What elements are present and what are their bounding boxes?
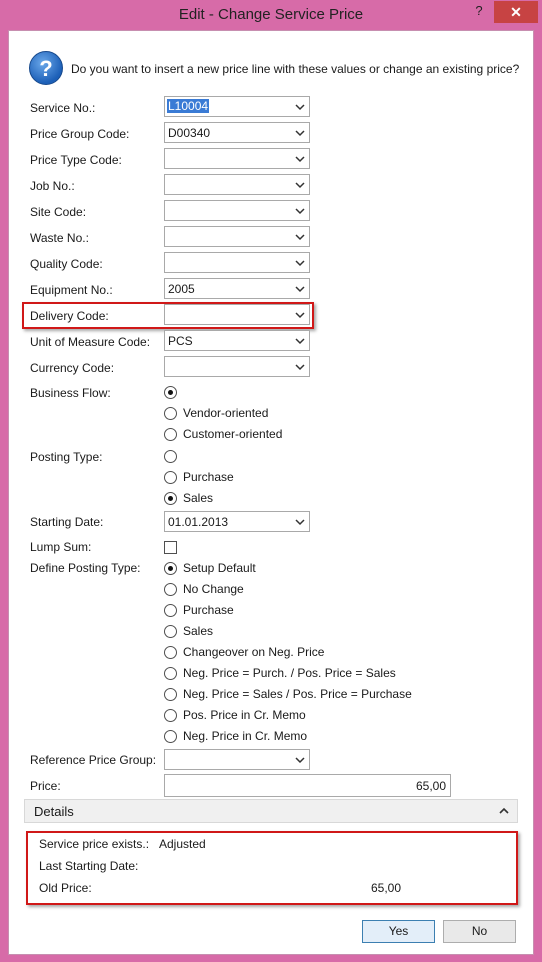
posting-type-label: Posting Type: (30, 450, 103, 464)
dialog-body: ? Do you want to insert a new price line… (8, 30, 534, 955)
price-group-code-field[interactable]: D00340 (164, 122, 310, 143)
define-posting-radio-2[interactable] (164, 604, 177, 617)
details-highlight (26, 831, 518, 905)
question-icon: ? (29, 51, 63, 85)
price-type-code-label: Price Type Code: (30, 153, 122, 167)
posting-type-radio-blank[interactable] (164, 450, 177, 463)
no-button[interactable]: No (443, 920, 516, 943)
waste-no-field[interactable] (164, 226, 310, 247)
details-title: Details (34, 804, 74, 819)
chevron-down-icon[interactable] (294, 283, 306, 295)
chevron-down-icon[interactable] (294, 754, 306, 766)
price-label: Price: (30, 779, 61, 793)
price-value: 65,00 (415, 779, 446, 793)
window-title: Edit - Change Service Price (178, 6, 364, 23)
starting-date-field[interactable]: 01.01.2013 (164, 511, 310, 532)
define-posting-radio-4[interactable] (164, 646, 177, 659)
close-button[interactable]: ✕ (494, 1, 538, 23)
service-no-field[interactable]: L10004 (164, 96, 310, 117)
price-type-code-field[interactable] (164, 148, 310, 169)
chevron-down-icon[interactable] (294, 516, 306, 528)
lump-sum-label: Lump Sum: (30, 540, 92, 554)
yes-button[interactable]: Yes (362, 920, 435, 943)
define-posting-option[interactable]: Setup Default (183, 561, 256, 575)
chevron-down-icon[interactable] (294, 205, 306, 217)
chevron-down-icon[interactable] (294, 179, 306, 191)
define-posting-option[interactable]: Neg. Price in Cr. Memo (183, 729, 307, 743)
help-button[interactable]: ? (470, 3, 488, 21)
starting-date-value: 01.01.2013 (168, 515, 229, 529)
title-bar: Edit - Change Service Price ? ✕ (0, 0, 542, 30)
business-flow-radio-blank[interactable] (164, 386, 177, 399)
equipment-no-field[interactable]: 2005 (164, 278, 310, 299)
service-no-value: L10004 (167, 99, 210, 113)
define-posting-option[interactable]: Neg. Price = Sales / Pos. Price = Purcha… (183, 687, 412, 701)
business-flow-option-vendor[interactable]: Vendor-oriented (183, 406, 268, 420)
site-code-field[interactable] (164, 200, 310, 221)
question-text: Do you want to insert a new price line w… (71, 62, 520, 76)
define-posting-radio-5[interactable] (164, 667, 177, 680)
unit-of-measure-label: Unit of Measure Code: (30, 335, 151, 349)
quality-code-field[interactable] (164, 252, 310, 273)
define-posting-radio-7[interactable] (164, 709, 177, 722)
chevron-down-icon[interactable] (294, 257, 306, 269)
business-flow-radio-customer[interactable] (164, 428, 177, 441)
chevron-down-icon[interactable] (294, 335, 306, 347)
define-posting-option[interactable]: Purchase (183, 603, 234, 617)
waste-no-label: Waste No.: (30, 231, 89, 245)
define-posting-radio-0[interactable] (164, 562, 177, 575)
delivery-code-highlight (22, 302, 314, 329)
define-posting-radio-1[interactable] (164, 583, 177, 596)
define-posting-option[interactable]: Changeover on Neg. Price (183, 645, 324, 659)
equipment-no-label: Equipment No.: (30, 283, 113, 297)
starting-date-label: Starting Date: (30, 515, 104, 529)
define-posting-option[interactable]: Pos. Price in Cr. Memo (183, 708, 306, 722)
posting-type-option-purchase[interactable]: Purchase (183, 470, 234, 484)
chevron-down-icon[interactable] (294, 101, 306, 113)
define-posting-option[interactable]: Sales (183, 624, 213, 638)
job-no-label: Job No.: (30, 179, 75, 193)
chevron-down-icon[interactable] (294, 361, 306, 373)
quality-code-label: Quality Code: (30, 257, 103, 271)
lump-sum-checkbox[interactable] (164, 541, 177, 554)
job-no-field[interactable] (164, 174, 310, 195)
business-flow-option-customer[interactable]: Customer-oriented (183, 427, 282, 441)
define-posting-option[interactable]: No Change (183, 582, 244, 596)
define-posting-option[interactable]: Neg. Price = Purch. / Pos. Price = Sales (183, 666, 396, 680)
posting-type-option-sales[interactable]: Sales (183, 491, 213, 505)
price-group-code-label: Price Group Code: (30, 127, 130, 141)
chevron-up-icon[interactable] (499, 807, 509, 815)
posting-type-radio-purchase[interactable] (164, 471, 177, 484)
price-group-code-value: D00340 (168, 126, 211, 140)
posting-type-radio-sales[interactable] (164, 492, 177, 505)
service-no-label: Service No.: (30, 101, 96, 115)
chevron-down-icon[interactable] (294, 127, 306, 139)
price-field[interactable]: 65,00 (164, 774, 451, 797)
details-header[interactable]: Details (24, 799, 518, 823)
site-code-label: Site Code: (30, 205, 87, 219)
reference-price-group-label: Reference Price Group: (30, 753, 157, 767)
equipment-no-value: 2005 (168, 282, 195, 296)
currency-code-field[interactable] (164, 356, 310, 377)
define-posting-radio-6[interactable] (164, 688, 177, 701)
define-posting-type-label: Define Posting Type: (30, 561, 141, 575)
unit-of-measure-field[interactable]: PCS (164, 330, 310, 351)
business-flow-label: Business Flow: (30, 386, 111, 400)
chevron-down-icon[interactable] (294, 231, 306, 243)
define-posting-radio-3[interactable] (164, 625, 177, 638)
business-flow-radio-vendor[interactable] (164, 407, 177, 420)
unit-of-measure-value: PCS (168, 334, 193, 348)
currency-code-label: Currency Code: (30, 361, 115, 375)
reference-price-group-field[interactable] (164, 749, 310, 770)
define-posting-radio-8[interactable] (164, 730, 177, 743)
chevron-down-icon[interactable] (294, 153, 306, 165)
